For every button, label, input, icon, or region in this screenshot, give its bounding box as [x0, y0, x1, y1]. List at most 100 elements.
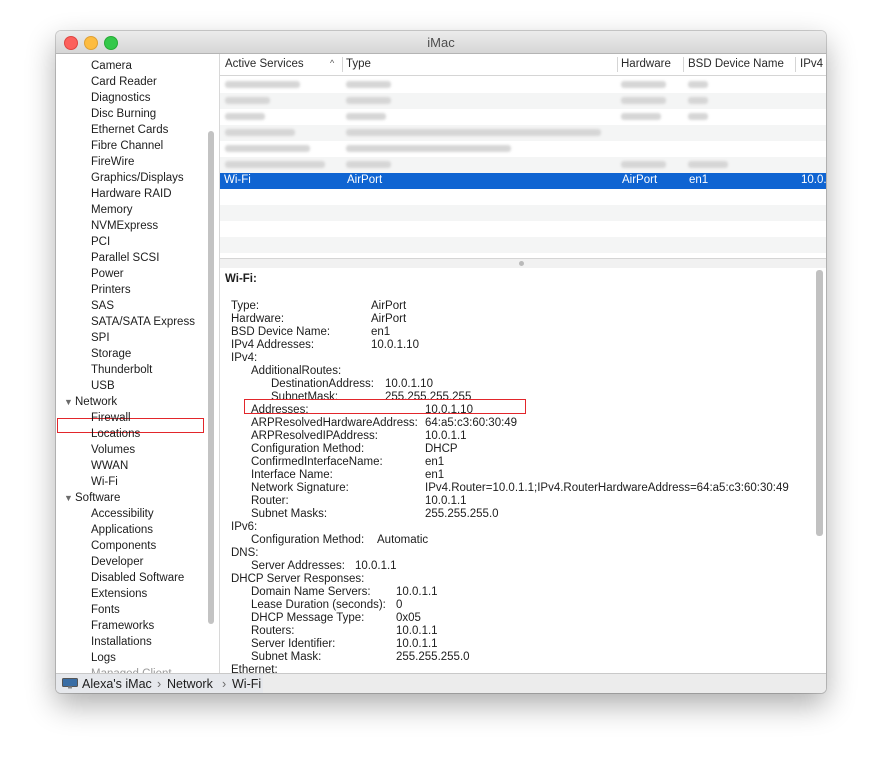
blurred-text — [688, 81, 708, 88]
chevron-right-icon: › — [222, 677, 227, 691]
sidebar-item-hardware-raid[interactable]: Hardware RAID — [91, 187, 172, 201]
sidebar-item-developer[interactable]: Developer — [91, 555, 143, 569]
sidebar-scrollbar[interactable] — [208, 131, 214, 624]
blurred-text — [688, 97, 708, 104]
sidebar-item-locations[interactable]: Locations — [91, 427, 140, 441]
table-row-empty — [220, 237, 826, 253]
sidebar-item-thunderbolt[interactable]: Thunderbolt — [91, 363, 152, 377]
status-bar: Alexa's iMac › Network › Wi-Fi — [56, 673, 826, 693]
breadcrumb-computer[interactable]: Alexa's iMac — [82, 677, 152, 691]
detail-key: BSD Device Name: — [231, 326, 331, 338]
sidebar-item-storage[interactable]: Storage — [91, 347, 131, 361]
column-divider[interactable] — [683, 57, 684, 72]
column-header-ipv4[interactable]: IPv4 — [800, 58, 823, 70]
sidebar-item-sas[interactable]: SAS — [91, 299, 114, 313]
sidebar-item-spi[interactable]: SPI — [91, 331, 110, 345]
sidebar-item-sata[interactable]: SATA/SATA Express — [91, 315, 195, 329]
sidebar-item-pci[interactable]: PCI — [91, 235, 110, 249]
sidebar-item-applications[interactable]: Applications — [91, 523, 153, 537]
blurred-text — [225, 129, 295, 136]
window-title: iMac — [427, 35, 455, 50]
sidebar-item-card-reader[interactable]: Card Reader — [91, 75, 157, 89]
detail-key: Interface Name: — [251, 469, 333, 481]
sidebar-item-power[interactable]: Power — [91, 267, 124, 281]
sidebar-item-disc-burning[interactable]: Disc Burning — [91, 107, 156, 121]
detail-key: Lease Duration (seconds): — [251, 599, 386, 611]
detail-key: DHCP Message Type: — [251, 612, 365, 624]
sidebar-item-frameworks[interactable]: Frameworks — [91, 619, 154, 633]
table-header: Active Services ^ Type Hardware BSD Devi… — [220, 54, 826, 76]
table-row-obscured[interactable] — [220, 93, 826, 109]
disclosure-triangle-icon[interactable]: ▼ — [64, 491, 75, 505]
blurred-text — [346, 81, 391, 88]
breadcrumb-wifi[interactable]: Wi-Fi — [232, 677, 261, 691]
table-row-obscured[interactable] — [220, 109, 826, 125]
detail-key: Addresses: — [251, 404, 309, 416]
breadcrumb-network[interactable]: Network — [167, 677, 213, 691]
sidebar-item-disabled-software[interactable]: Disabled Software — [91, 571, 184, 585]
blurred-text — [688, 113, 708, 120]
table-row-obscured[interactable] — [220, 157, 826, 173]
blurred-text — [346, 145, 511, 152]
table-row-obscured[interactable] — [220, 125, 826, 141]
detail-value: 10.0.1.1 — [396, 586, 438, 598]
column-header-active-services[interactable]: Active Services — [225, 58, 304, 70]
detail-value: DHCP — [425, 443, 458, 455]
sidebar-item-volumes[interactable]: Volumes — [91, 443, 135, 457]
sidebar-item-usb[interactable]: USB — [91, 379, 115, 393]
sidebar-item-fibre-channel[interactable]: Fibre Channel — [91, 139, 163, 153]
detail-value: Automatic — [377, 534, 429, 546]
detail-value: 10.0.1.1 — [396, 638, 438, 650]
column-divider[interactable] — [795, 57, 796, 72]
detail-value: 0x05 — [396, 612, 421, 624]
table-row-obscured[interactable] — [220, 77, 826, 93]
sidebar-item-parallel-scsi[interactable]: Parallel SCSI — [91, 251, 159, 265]
sidebar-item-nvmexpress[interactable]: NVMExpress — [91, 219, 158, 233]
table-row-empty — [220, 205, 826, 221]
detail-value: 255.255.255.0 — [396, 651, 470, 663]
detail-value: en1 — [425, 469, 445, 481]
sidebar-item-firewire[interactable]: FireWire — [91, 155, 134, 169]
detail-key: Subnet Mask: — [251, 651, 322, 663]
sidebar-item-extensions[interactable]: Extensions — [91, 587, 147, 601]
column-header-bsd-device-name[interactable]: BSD Device Name — [688, 58, 784, 70]
blurred-text — [346, 97, 391, 104]
sidebar-item-graphics-displays[interactable]: Graphics/Displays — [91, 171, 184, 185]
detail-value: 10.0.1.1 — [425, 495, 467, 507]
disclosure-triangle-icon[interactable]: ▼ — [64, 395, 75, 409]
detail-value: 10.0.1.1 — [355, 560, 397, 572]
detail-key: Configuration Method: — [251, 443, 365, 455]
sidebar-group-network[interactable]: ▼ Network — [64, 395, 117, 409]
table-row-obscured[interactable] — [220, 141, 826, 157]
sidebar-item-installations[interactable]: Installations — [91, 635, 152, 649]
sidebar-item-fonts[interactable]: Fonts — [91, 603, 120, 617]
column-header-hardware[interactable]: Hardware — [621, 58, 671, 70]
sidebar-item-ethernet-cards[interactable]: Ethernet Cards — [91, 123, 168, 137]
detail-key: AdditionalRoutes: — [251, 365, 342, 377]
divider-handle-icon[interactable] — [519, 261, 524, 266]
sidebar-item-accessibility[interactable]: Accessibility — [91, 507, 154, 521]
sidebar-item-components[interactable]: Components — [91, 539, 156, 553]
detail-vertical-scrollbar[interactable] — [816, 270, 823, 536]
blurred-text — [688, 161, 728, 168]
cell-active-service: Wi-Fi — [224, 174, 251, 186]
sidebar-group-software[interactable]: ▼ Software — [64, 491, 120, 505]
column-header-type[interactable]: Type — [346, 58, 371, 70]
sidebar-item-printers[interactable]: Printers — [91, 283, 131, 297]
column-divider[interactable] — [342, 57, 343, 72]
column-divider[interactable] — [617, 57, 618, 72]
table-row-selected[interactable]: Wi-Fi AirPort AirPort en1 10.0. — [220, 173, 826, 189]
sidebar-item-wifi[interactable]: Wi-Fi — [91, 475, 118, 489]
detail-key: ConfirmedInterfaceName: — [251, 456, 383, 468]
sidebar-item-diagnostics[interactable]: Diagnostics — [91, 91, 150, 105]
detail-key: IPv4 Addresses: — [231, 339, 315, 351]
sidebar-item-memory[interactable]: Memory — [91, 203, 133, 217]
title-bar[interactable]: iMac — [56, 31, 826, 54]
sidebar-item-firewall[interactable]: Firewall — [91, 411, 131, 425]
sidebar-item-camera[interactable]: Camera — [91, 59, 132, 73]
cell-bsd-device-name: en1 — [689, 174, 709, 186]
sidebar-item-logs[interactable]: Logs — [91, 651, 116, 665]
blurred-text — [346, 161, 391, 168]
sidebar-item-wwan[interactable]: WWAN — [91, 459, 128, 473]
sort-ascending-icon[interactable]: ^ — [330, 58, 334, 68]
